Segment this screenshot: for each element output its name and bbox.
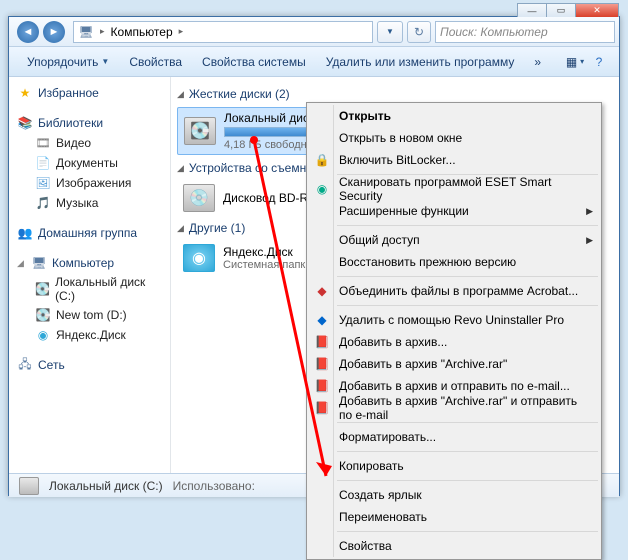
music-icon: 🎵 bbox=[35, 195, 51, 211]
acrobat-icon: ◆ bbox=[314, 283, 330, 299]
archive-icon: 📕 bbox=[314, 378, 330, 394]
computer-icon: 🖥 bbox=[78, 24, 94, 40]
collapse-icon: ◢ bbox=[177, 89, 184, 100]
ctx-archive-rar-email[interactable]: 📕Добавить в архив "Archive.rar" и отправ… bbox=[309, 397, 599, 419]
collapse-icon: ◢ bbox=[17, 258, 26, 269]
disk-icon: 💽 bbox=[184, 117, 216, 145]
document-icon: 📄 bbox=[35, 155, 51, 171]
navigation-bar: ◄ ► 🖥 ▸ Компьютер ▸ ▼ ↻ Поиск: Компьютер bbox=[9, 17, 619, 47]
sidebar-item-yandex-disk[interactable]: ◉Яндекс.Диск bbox=[9, 325, 170, 345]
network-header[interactable]: 🖧Сеть bbox=[9, 355, 170, 375]
nav-arrows: ◄ ► bbox=[13, 19, 69, 45]
yandex-disk-icon: ◉ bbox=[183, 244, 215, 272]
archive-icon: 📕 bbox=[314, 400, 330, 416]
sidebar-item-pictures[interactable]: 🖼Изображения bbox=[9, 173, 170, 193]
collapse-icon: ◢ bbox=[177, 163, 184, 174]
context-menu: Открыть Открыть в новом окне 🔒Включить B… bbox=[306, 102, 602, 560]
ctx-open-new-window[interactable]: Открыть в новом окне bbox=[309, 127, 599, 149]
disk-icon: 💽 bbox=[35, 307, 51, 323]
ctx-add-archive-rar[interactable]: 📕Добавить в архив "Archive.rar" bbox=[309, 353, 599, 375]
refresh-button[interactable]: ↻ bbox=[407, 21, 431, 43]
window-controls: — ▭ ✕ bbox=[518, 3, 619, 17]
toolbar-overflow[interactable]: » bbox=[524, 47, 551, 76]
star-icon: ★ bbox=[17, 85, 33, 101]
ctx-restore-version[interactable]: Восстановить прежнюю версию bbox=[309, 251, 599, 273]
search-input[interactable]: Поиск: Компьютер bbox=[435, 21, 615, 43]
archive-icon: 📕 bbox=[314, 334, 330, 350]
ctx-rename[interactable]: Переименовать bbox=[309, 506, 599, 528]
status-used-label: Использовано: bbox=[173, 479, 255, 493]
archive-icon: 📕 bbox=[314, 356, 330, 372]
help-button[interactable]: ? bbox=[587, 47, 611, 76]
eset-icon: ◉ bbox=[314, 181, 330, 197]
address-bar[interactable]: 🖥 ▸ Компьютер ▸ bbox=[73, 21, 373, 43]
chevron-right-icon: ▸ bbox=[177, 26, 186, 37]
ctx-eset-scan[interactable]: ◉Сканировать программой ESET Smart Secur… bbox=[309, 178, 599, 200]
ctx-revo-uninstall[interactable]: ◆Удалить с помощью Revo Uninstaller Pro bbox=[309, 309, 599, 331]
uninstall-program-button[interactable]: Удалить или изменить программу bbox=[316, 47, 525, 76]
view-options-button[interactable]: ▦▾ bbox=[563, 47, 587, 76]
address-dropdown[interactable]: ▼ bbox=[377, 21, 403, 43]
disk-icon: 💽 bbox=[35, 281, 50, 297]
library-icon: 📚 bbox=[17, 115, 33, 131]
submenu-arrow-icon: ▶ bbox=[586, 235, 593, 246]
back-button[interactable]: ◄ bbox=[17, 21, 39, 43]
disk-icon bbox=[19, 477, 39, 495]
picture-icon: 🖼 bbox=[35, 175, 51, 191]
computer-icon: 🖥 bbox=[31, 255, 47, 271]
video-icon: 🎞 bbox=[35, 135, 51, 151]
favorites-header[interactable]: ★Избранное bbox=[9, 83, 170, 103]
revo-icon: ◆ bbox=[314, 312, 330, 328]
homegroup-icon: 👥 bbox=[17, 225, 33, 241]
drive-subtype: Системная папка bbox=[223, 259, 312, 271]
lock-icon: 🔒 bbox=[314, 152, 330, 168]
ctx-format[interactable]: Форматировать... bbox=[309, 426, 599, 448]
minimize-button[interactable]: — bbox=[517, 3, 547, 17]
search-placeholder: Поиск: Компьютер bbox=[440, 25, 548, 39]
sidebar-item-videos[interactable]: 🎞Видео bbox=[9, 133, 170, 153]
chevron-right-icon: ▸ bbox=[98, 26, 107, 37]
ctx-copy[interactable]: Копировать bbox=[309, 455, 599, 477]
collapse-icon: ◢ bbox=[177, 223, 184, 234]
homegroup-header[interactable]: 👥Домашняя группа bbox=[9, 223, 170, 243]
network-icon: 🖧 bbox=[17, 357, 33, 373]
system-properties-button[interactable]: Свойства системы bbox=[192, 47, 316, 76]
libraries-header[interactable]: 📚Библиотеки bbox=[9, 113, 170, 133]
organize-button[interactable]: Упорядочить▼ bbox=[17, 47, 119, 76]
ctx-add-archive[interactable]: 📕Добавить в архив... bbox=[309, 331, 599, 353]
ctx-bitlocker[interactable]: 🔒Включить BitLocker... bbox=[309, 149, 599, 171]
computer-header[interactable]: ◢🖥Компьютер bbox=[9, 253, 170, 273]
close-button[interactable]: ✕ bbox=[575, 3, 619, 17]
maximize-button[interactable]: ▭ bbox=[546, 3, 576, 17]
sidebar-item-local-disk-c[interactable]: 💽Локальный диск (C:) bbox=[9, 273, 170, 305]
forward-button[interactable]: ► bbox=[43, 21, 65, 43]
ctx-share[interactable]: Общий доступ▶ bbox=[309, 229, 599, 251]
status-drive-name: Локальный диск (С:) bbox=[49, 479, 163, 493]
ctx-advanced[interactable]: Расширенные функции▶ bbox=[309, 200, 599, 222]
sidebar-item-music[interactable]: 🎵Музыка bbox=[9, 193, 170, 213]
yandex-disk-icon: ◉ bbox=[35, 327, 51, 343]
command-bar: Упорядочить▼ Свойства Свойства системы У… bbox=[9, 47, 619, 77]
optical-drive-icon: 💿 bbox=[183, 184, 215, 212]
breadcrumb-computer[interactable]: Компьютер bbox=[111, 25, 173, 39]
sidebar-item-new-tom-d[interactable]: 💽New tom (D:) bbox=[9, 305, 170, 325]
drive-name: Яндекс.Диск bbox=[223, 245, 312, 259]
sidebar-item-documents[interactable]: 📄Документы bbox=[9, 153, 170, 173]
ctx-properties[interactable]: Свойства bbox=[309, 535, 599, 557]
navigation-pane: ★Избранное 📚Библиотеки 🎞Видео 📄Документы… bbox=[9, 77, 171, 473]
properties-button[interactable]: Свойства bbox=[119, 47, 192, 76]
ctx-open[interactable]: Открыть bbox=[309, 105, 599, 127]
ctx-acrobat-combine[interactable]: ◆Объединить файлы в программе Acrobat... bbox=[309, 280, 599, 302]
submenu-arrow-icon: ▶ bbox=[586, 206, 593, 217]
